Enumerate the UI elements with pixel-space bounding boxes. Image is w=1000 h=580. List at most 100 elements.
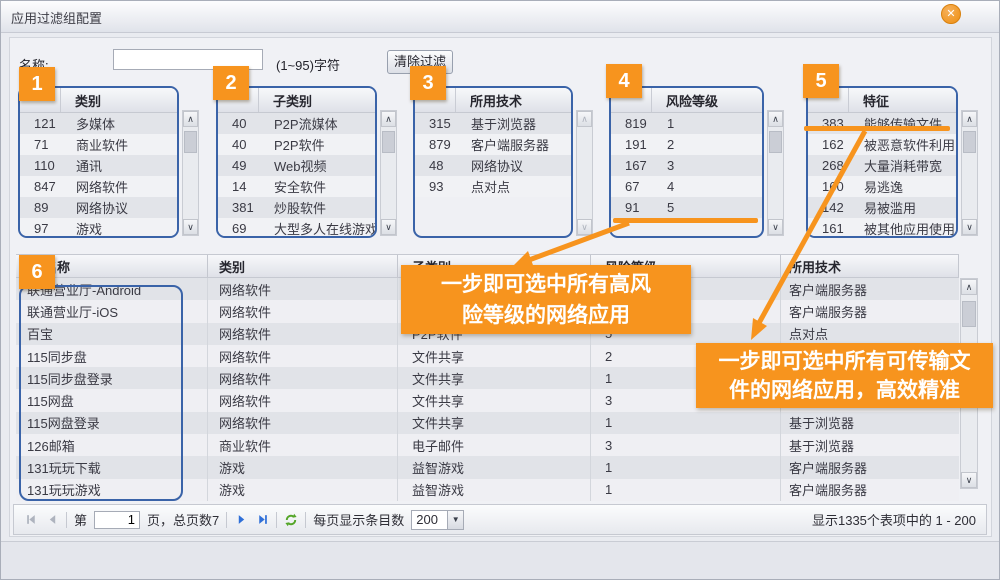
prev-page-icon[interactable] bbox=[45, 513, 59, 527]
item-count: 67 bbox=[611, 179, 655, 194]
item-count: 161 bbox=[808, 221, 852, 236]
list-item[interactable]: 97游戏 bbox=[20, 218, 177, 238]
per-page-select[interactable]: 200 ▼ bbox=[411, 510, 464, 530]
refresh-icon[interactable] bbox=[284, 513, 298, 527]
category-list: 类别 121多媒体 71商业软件 110通讯 847网络软件 89网络协议 97… bbox=[18, 86, 179, 238]
list-item[interactable]: 49Web视频 bbox=[218, 155, 375, 176]
chevron-down-icon[interactable]: ▼ bbox=[447, 510, 464, 530]
list-item[interactable]: 162被恶意软件利用 bbox=[808, 134, 956, 155]
cell-technology: 客户端服务器 bbox=[781, 278, 959, 300]
technology-header-label: 所用技术 bbox=[456, 91, 522, 110]
column-header-category[interactable]: 类别 bbox=[208, 255, 398, 277]
item-label: 网络协议 bbox=[459, 156, 523, 175]
list-item[interactable]: 8191 bbox=[611, 113, 762, 134]
list-item[interactable]: 1673 bbox=[611, 155, 762, 176]
table-row[interactable]: 131玩玩下载游戏益智游戏1客户端服务器 bbox=[16, 456, 959, 478]
scroll-down-icon[interactable]: ∨ bbox=[183, 219, 198, 235]
list-item[interactable]: 69大型多人在线游戏 bbox=[218, 218, 375, 238]
scroll-thumb[interactable] bbox=[184, 131, 197, 153]
item-count: 847 bbox=[20, 179, 64, 194]
list-item[interactable]: 383能够传输文件 bbox=[808, 113, 956, 134]
item-count: 48 bbox=[415, 158, 459, 173]
list-item[interactable]: 71商业软件 bbox=[20, 134, 177, 155]
list-item[interactable]: 847网络软件 bbox=[20, 176, 177, 197]
scroll-up-icon[interactable]: ∧ bbox=[381, 111, 396, 127]
item-label: 易被滥用 bbox=[852, 198, 916, 217]
cell-subcategory: 文件共享 bbox=[398, 367, 591, 389]
cell-subcategory: 益智游戏 bbox=[398, 479, 591, 501]
scroll-up-icon[interactable]: ∧ bbox=[577, 111, 592, 127]
table-row[interactable]: 131玩玩游戏游戏益智游戏1客户端服务器 bbox=[16, 479, 959, 501]
item-label: P2P软件 bbox=[262, 135, 325, 154]
list-item[interactable]: 89网络协议 bbox=[20, 197, 177, 218]
close-icon[interactable]: ✕ bbox=[941, 4, 961, 24]
item-label: 客户端服务器 bbox=[459, 135, 549, 154]
list-item[interactable]: 142易被滥用 bbox=[808, 197, 956, 218]
list-item[interactable]: 381炒股软件 bbox=[218, 197, 375, 218]
scroll-down-icon[interactable]: ∨ bbox=[768, 219, 783, 235]
item-count: 879 bbox=[415, 137, 459, 152]
list-item[interactable]: 48网络协议 bbox=[415, 155, 571, 176]
list-item[interactable]: 121多媒体 bbox=[20, 113, 177, 134]
risk-level-list: 风险等级 8191 1912 1673 674 915 bbox=[609, 86, 764, 238]
column-header-technology[interactable]: 所用技术 bbox=[781, 255, 959, 277]
cell-name: 115网盘登录 bbox=[16, 412, 208, 434]
scroll-up-icon[interactable]: ∧ bbox=[961, 279, 977, 295]
step-badge-4: 4 bbox=[606, 64, 642, 98]
list-item[interactable]: 110通讯 bbox=[20, 155, 177, 176]
list-item[interactable]: 160易逃逸 bbox=[808, 176, 956, 197]
step-badge-3: 3 bbox=[410, 66, 446, 100]
item-label: 商业软件 bbox=[64, 135, 128, 154]
list-item[interactable]: 1912 bbox=[611, 134, 762, 155]
first-page-icon[interactable] bbox=[24, 513, 38, 527]
list-item[interactable]: 93点对点 bbox=[415, 176, 571, 197]
cell-technology: 客户端服务器 bbox=[781, 456, 959, 478]
scroll-down-icon[interactable]: ∨ bbox=[961, 472, 977, 488]
list-item[interactable]: 14安全软件 bbox=[218, 176, 375, 197]
cell-name: 131玩玩下载 bbox=[16, 456, 208, 478]
item-label: 炒股软件 bbox=[262, 198, 326, 217]
scroll-thumb[interactable] bbox=[769, 131, 782, 153]
dialog-title: 应用过滤组配置 bbox=[11, 8, 102, 27]
name-length-hint: (1~95)字符 bbox=[276, 55, 340, 74]
scroll-down-icon[interactable]: ∨ bbox=[962, 219, 977, 235]
next-page-icon[interactable] bbox=[234, 513, 248, 527]
scroll-down-icon[interactable]: ∨ bbox=[381, 219, 396, 235]
scroll-thumb[interactable] bbox=[382, 131, 395, 153]
cell-name: 百宝 bbox=[16, 323, 208, 345]
item-label: 被恶意软件利用 bbox=[852, 135, 955, 154]
list-item[interactable]: 40P2P软件 bbox=[218, 134, 375, 155]
table-row[interactable]: 115网盘登录网络软件文件共享1基于浏览器 bbox=[16, 412, 959, 434]
cell-technology: 客户端服务器 bbox=[781, 300, 959, 322]
page-number-input[interactable] bbox=[94, 511, 140, 529]
list-item[interactable]: 40P2P流媒体 bbox=[218, 113, 375, 134]
item-label: 2 bbox=[655, 137, 674, 152]
item-count: 167 bbox=[611, 158, 655, 173]
list-item[interactable]: 915 bbox=[611, 197, 762, 218]
callout-line: 险等级的网络应用 bbox=[401, 300, 691, 331]
list-item[interactable]: 161被其他应用使用 bbox=[808, 218, 956, 238]
last-page-icon[interactable] bbox=[255, 513, 269, 527]
feature-header-label: 特征 bbox=[849, 91, 889, 110]
item-count: 383 bbox=[808, 116, 852, 131]
scroll-thumb[interactable] bbox=[962, 301, 976, 327]
scroll-thumb[interactable] bbox=[963, 131, 976, 153]
list-item[interactable]: 674 bbox=[611, 176, 762, 197]
dialog-titlebar: 应用过滤组配置 bbox=[1, 1, 999, 33]
list-item[interactable]: 315基于浏览器 bbox=[415, 113, 571, 134]
step-badge-1: 1 bbox=[19, 67, 55, 101]
scroll-down-icon[interactable]: ∨ bbox=[577, 219, 592, 235]
scrollbar: ∧ ∨ bbox=[767, 110, 784, 236]
list-item[interactable]: 268大量消耗带宽 bbox=[808, 155, 956, 176]
list-item[interactable]: 879客户端服务器 bbox=[415, 134, 571, 155]
technology-list: 所用技术 315基于浏览器 879客户端服务器 48网络协议 93点对点 bbox=[413, 86, 573, 238]
item-count: 40 bbox=[218, 116, 262, 131]
table-row[interactable]: 126邮箱商业软件电子邮件3基于浏览器 bbox=[16, 434, 959, 456]
callout-file-transfer: 一步即可选中所有可传输文 件的网络应用，高效精准 bbox=[696, 343, 993, 408]
scroll-up-icon[interactable]: ∧ bbox=[768, 111, 783, 127]
cell-subcategory: 文件共享 bbox=[398, 345, 591, 367]
scroll-up-icon[interactable]: ∧ bbox=[183, 111, 198, 127]
item-count: 14 bbox=[218, 179, 262, 194]
scroll-up-icon[interactable]: ∧ bbox=[962, 111, 977, 127]
item-label: 大型多人在线游戏 bbox=[262, 219, 377, 238]
